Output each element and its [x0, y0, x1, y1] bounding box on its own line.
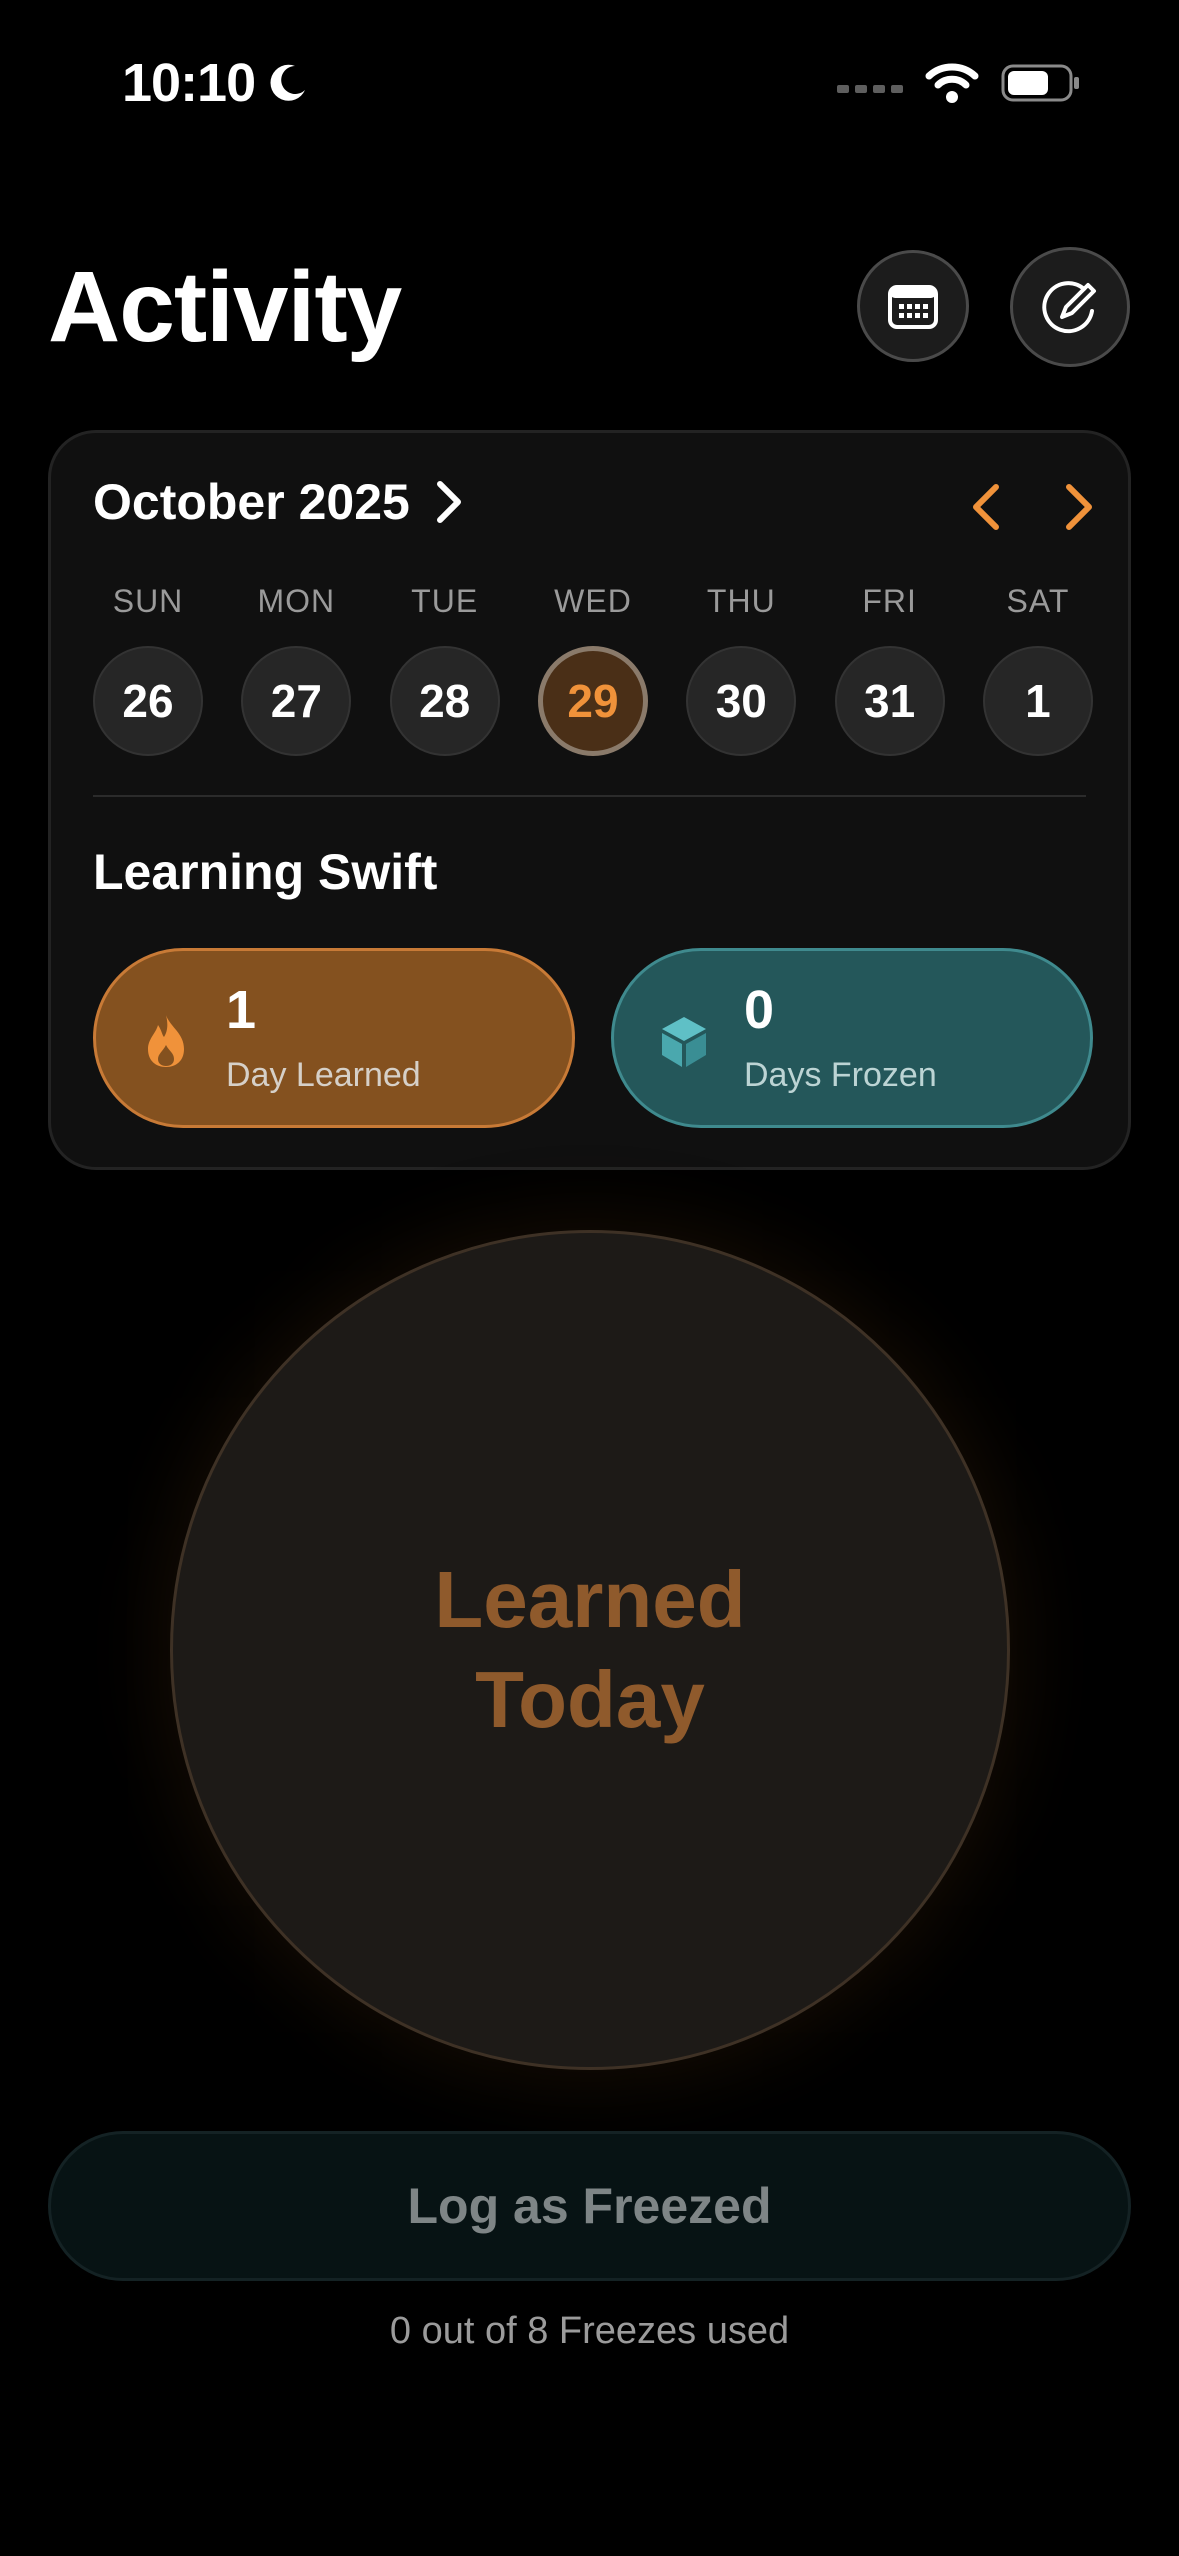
ice-cube-icon — [662, 1017, 706, 1067]
activity-card: October 2025 SUN MON TUE WED THU FRI SAT… — [48, 430, 1131, 1170]
day-button[interactable]: 30 — [686, 646, 797, 756]
flame-icon — [148, 1015, 184, 1067]
days-learned-stat: 1 Day Learned — [93, 948, 575, 1128]
days-frozen-label: Days Frozen — [744, 1056, 937, 1094]
weekday-header: SUN MON TUE WED THU FRI SAT — [93, 583, 1093, 620]
edit-goal-button[interactable] — [1010, 247, 1130, 367]
days-frozen-stat: 0 Days Frozen — [611, 948, 1093, 1128]
day-button[interactable]: 26 — [93, 646, 203, 756]
learned-today-button[interactable]: Learned Today — [170, 1230, 1010, 2070]
day-button[interactable]: 1 — [982, 646, 1093, 756]
status-icons — [837, 62, 1081, 104]
days-learned-label: Day Learned — [226, 1056, 421, 1094]
next-week-button[interactable] — [1059, 481, 1099, 533]
pencil-circle-icon — [1042, 281, 1096, 334]
calendar-icon — [888, 285, 938, 329]
divider — [93, 795, 1086, 797]
calendar-button[interactable] — [857, 250, 969, 362]
battery-icon — [1001, 64, 1079, 102]
wifi-icon — [925, 63, 979, 103]
weekday-label: SUN — [112, 583, 184, 619]
learned-today-label: Learned Today — [434, 1555, 746, 1744]
chevron-right-icon — [436, 481, 461, 523]
weekday-label: WED — [554, 583, 632, 619]
month-label: October 2025 — [93, 474, 410, 530]
day-button-today[interactable]: 29 — [537, 646, 648, 756]
moon-icon — [270, 64, 306, 101]
weekday-label: SAT — [1006, 583, 1070, 619]
days-learned-count: 1 — [226, 980, 257, 1040]
status-time-text: 10:10 — [122, 53, 256, 113]
log-freeze-button[interactable]: Log as Freezed — [48, 2131, 1131, 2281]
cellular-signal-icon — [837, 85, 903, 93]
goal-title: Learning Swift — [93, 844, 438, 900]
page-title: Activity — [48, 251, 402, 363]
freeze-usage-text: 0 out of 8 Freezes used — [389, 2310, 790, 2352]
day-button[interactable]: 28 — [389, 646, 500, 756]
day-button[interactable]: 31 — [834, 646, 945, 756]
week-days: 26 27 28 29 30 31 1 — [93, 646, 1093, 756]
previous-week-button[interactable] — [966, 481, 1006, 533]
weekday-label: THU — [706, 583, 776, 619]
weekday-label: FRI — [862, 583, 917, 619]
day-button[interactable]: 27 — [241, 646, 352, 756]
weekday-label: MON — [257, 583, 336, 619]
status-time: 10:10 — [122, 52, 311, 114]
days-frozen-count: 0 — [744, 980, 775, 1040]
weekday-label: TUE — [411, 583, 479, 619]
month-picker[interactable]: October 2025 — [93, 473, 464, 531]
